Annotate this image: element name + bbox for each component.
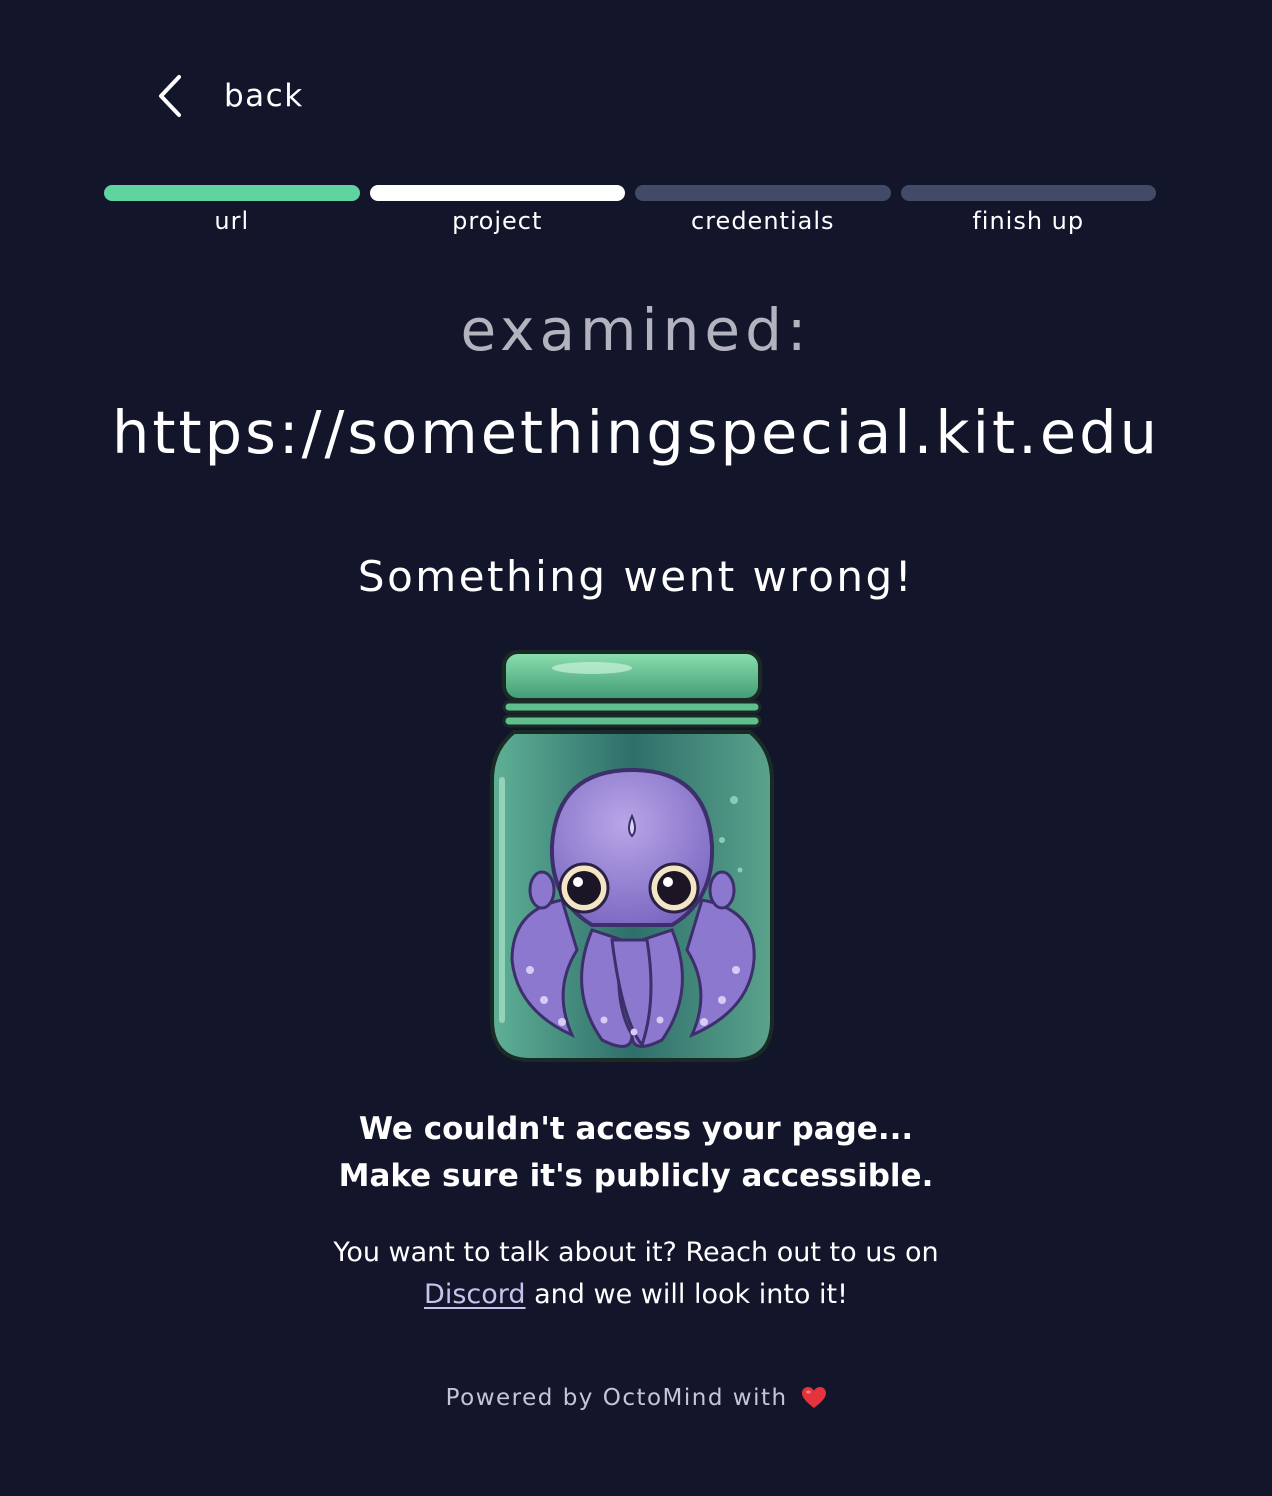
back-button[interactable]: back	[150, 68, 304, 124]
step-credentials: credentials	[635, 185, 891, 235]
step-bar-credentials	[635, 185, 891, 201]
examined-url: https://somethingspecial.kit.edu	[111, 398, 1161, 467]
step-project: project	[369, 185, 625, 235]
back-label: back	[224, 78, 304, 114]
step-bar-finish-up	[900, 185, 1156, 201]
progress-steps: url project credentials finish up	[104, 185, 1156, 235]
chevron-left-icon	[150, 68, 190, 124]
help-line-2: Discord and we will look into it!	[0, 1274, 1272, 1316]
footer-text: Powered by OctoMind with	[445, 1385, 788, 1411]
help-text: You want to talk about it? Reach out to …	[0, 1232, 1272, 1316]
help-line-1: You want to talk about it? Reach out to …	[333, 1237, 939, 1268]
error-line-2: Make sure it's publicly accessible.	[338, 1158, 934, 1194]
heart-icon	[802, 1387, 827, 1415]
step-label-url: url	[214, 207, 250, 235]
step-label-project: project	[452, 207, 543, 235]
step-bar-url	[104, 185, 360, 201]
error-line-1: We couldn't access your page...	[358, 1111, 914, 1147]
step-label-credentials: credentials	[691, 207, 835, 235]
error-message: We couldn't access your page... Make sur…	[0, 1106, 1272, 1200]
step-label-finish-up: finish up	[972, 207, 1085, 235]
footer: Powered by OctoMind with	[0, 1385, 1272, 1415]
discord-link[interactable]: Discord	[424, 1279, 526, 1310]
step-bar-project	[369, 185, 625, 201]
octopus-in-jar-illustration	[472, 640, 792, 1080]
help-line-2-text: and we will look into it!	[534, 1279, 848, 1310]
error-heading: Something went wrong!	[357, 552, 915, 601]
examined-label: examined:	[460, 296, 812, 364]
step-url: url	[104, 185, 360, 235]
step-finish-up: finish up	[900, 185, 1156, 235]
